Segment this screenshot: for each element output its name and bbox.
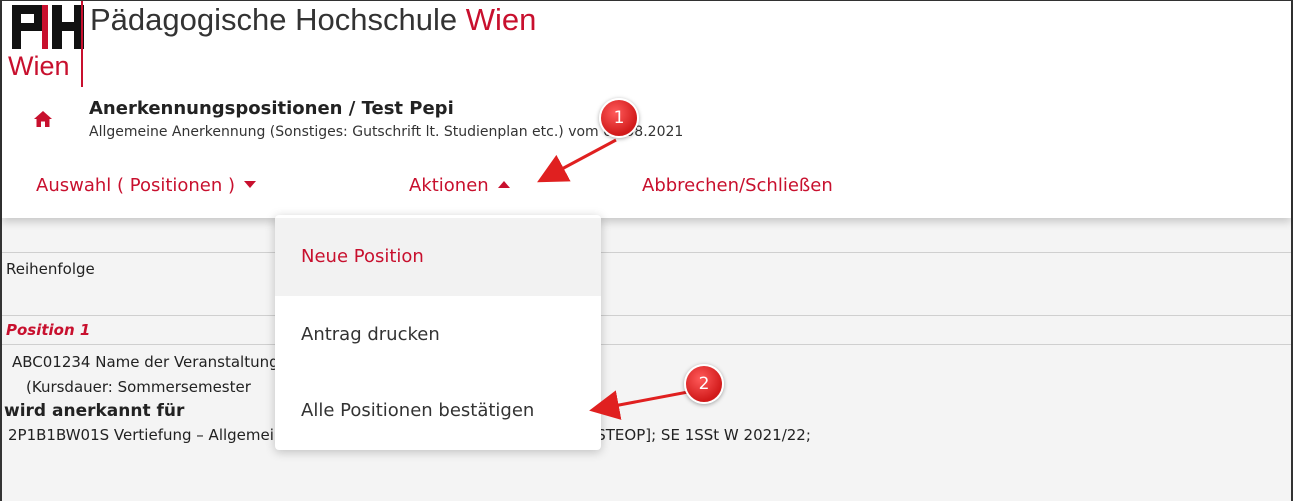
menu-aktionen-label: Aktionen (409, 175, 489, 196)
page-title: Anerkennungspositionen / Test Pepi (89, 98, 454, 119)
menu-auswahl-label: Auswahl ( Positionen ) (36, 175, 236, 196)
aktionen-dropdown: Neue Position Antrag drucken Alle Positi… (275, 215, 601, 450)
caret-up-icon (497, 180, 510, 188)
home-icon[interactable] (33, 110, 53, 128)
divider (2, 344, 1291, 345)
menu-abbrechen[interactable]: Abbrechen/Schließen (642, 175, 833, 196)
course-line: ABC01234 Name der Veranstaltung (12, 353, 279, 371)
logo-wien-text: Wien (8, 51, 70, 81)
divider (2, 252, 1291, 253)
menu-item-antrag-drucken[interactable]: Antrag drucken (275, 296, 601, 374)
header: Wien Pädagogische Hochschule Wien Anerke… (2, 1, 1291, 218)
menu-auswahl[interactable]: Auswahl ( Positionen ) (36, 175, 257, 196)
logo-divider (81, 1, 83, 87)
content-area: Reihenfolge Position 1 ABC01234 Name der… (2, 218, 1291, 501)
menu-item-alle-positionen-bestaetigen[interactable]: Alle Positionen bestätigen (275, 372, 601, 450)
menu-aktionen[interactable]: Aktionen (409, 175, 510, 196)
position-label: Position 1 (6, 321, 91, 339)
duration-line: (Kursdauer: Sommersemester (26, 378, 251, 396)
annotation-badge-1: 1 (599, 98, 639, 138)
reihenfolge-label: Reihenfolge (6, 260, 95, 278)
ph-logo-mark (12, 5, 84, 49)
divider (2, 315, 1291, 316)
menu-item-neue-position[interactable]: Neue Position (275, 218, 601, 296)
annotation-badge-2: 2 (684, 364, 724, 404)
institution-name-main: Pädagogische Hochschule (90, 2, 466, 37)
recognized-for-label: wird anerkannt für (4, 401, 185, 421)
institution-name-accent: Wien (465, 2, 537, 37)
institution-name: Pädagogische Hochschule Wien (90, 1, 536, 39)
ph-logo[interactable]: Wien (8, 1, 88, 91)
caret-down-icon (244, 180, 257, 188)
page-subtitle: Allgemeine Anerkennung (Sonstiges: Gutsc… (89, 124, 684, 140)
